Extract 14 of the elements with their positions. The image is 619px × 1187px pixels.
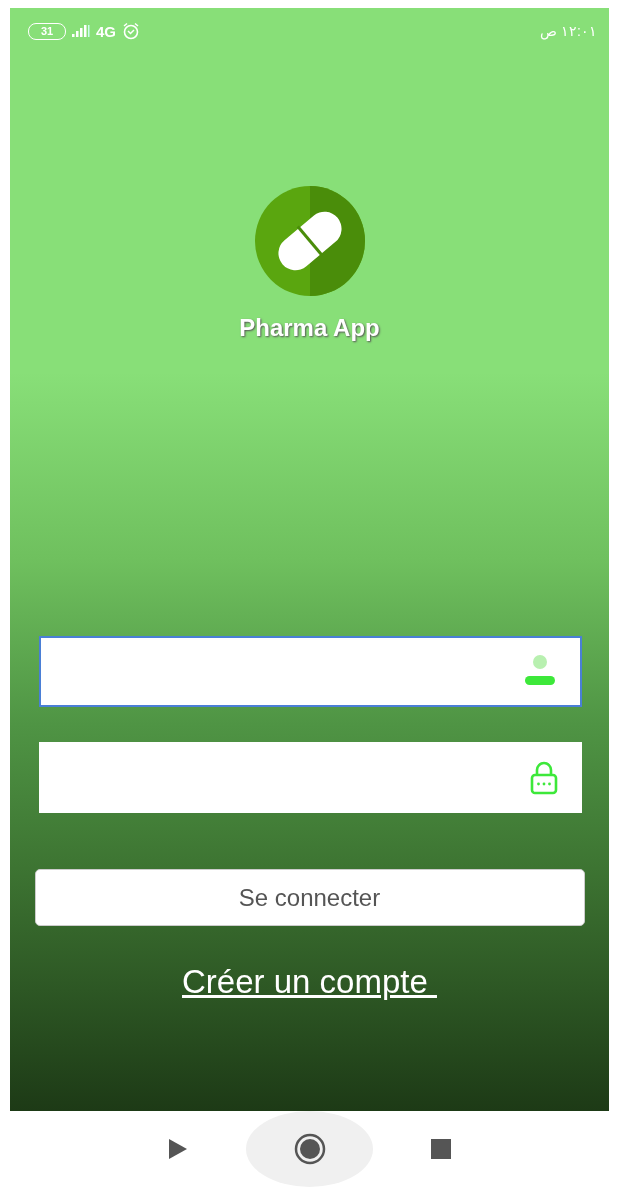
home-circle-icon	[293, 1133, 326, 1165]
signal-icon	[72, 25, 90, 37]
network-label: 4G	[96, 22, 116, 40]
app-title: Pharma App	[239, 314, 380, 342]
alarm-icon	[122, 22, 140, 40]
create-account-link[interactable]: Créer un compte	[182, 963, 437, 1001]
login-button[interactable]: Se connecter	[34, 869, 585, 926]
password-field[interactable]	[39, 742, 582, 813]
lock-icon	[530, 759, 558, 796]
pill-logo-icon	[254, 186, 365, 296]
battery-level: 31	[40, 25, 54, 37]
back-triangle-icon[interactable]	[168, 1138, 188, 1160]
status-time: ١٢:٠١ ص	[540, 23, 597, 39]
username-field[interactable]	[39, 636, 582, 707]
